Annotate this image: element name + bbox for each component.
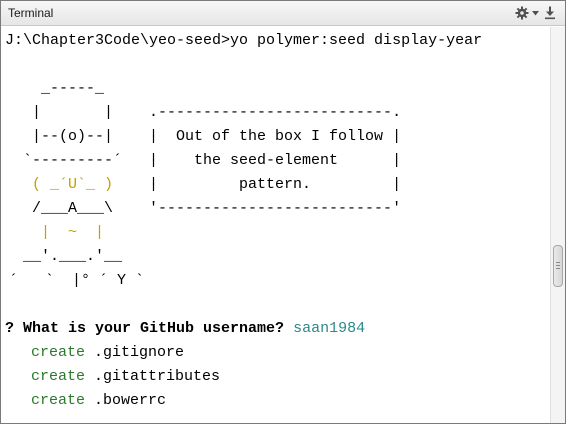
ascii-text: | ~ | [5,224,105,241]
prompt-question: ? What is your GitHub username? saan1984 [5,317,365,341]
created-file: .bowerrc [94,392,167,409]
ascii-text: `---------´ | the seed-element | [5,152,402,169]
ascii-art-line: |--(o)--| | Out of the box I follow | [5,125,401,149]
ascii-art-line: _-----_ [5,77,104,101]
minimize-to-bottom-icon[interactable] [542,4,558,22]
question-text: What is your GitHub username? [14,320,294,337]
create-verb: create [31,344,86,361]
ascii-art-line: __'.___.'__ [5,245,122,269]
question-answer: saan1984 [293,320,366,337]
create-line: create .gitattributes [31,365,220,389]
create-verb: create [31,392,86,409]
ascii-text: ( _´U`_ ) | pattern. | [32,176,402,193]
ascii-text: | | .--------------------------. [5,104,402,121]
grip-line [556,268,560,269]
ascii-text: __'.___.'__ [5,248,123,265]
gear-icon[interactable] [513,4,531,22]
window-title: Terminal [8,6,54,20]
terminal-titlebar: Terminal [1,1,565,26]
grip-line [556,262,560,263]
command-line: J:\Chapter3Code\yeo-seed>yo polymer:seed… [5,32,483,49]
created-file: .gitattributes [94,368,221,385]
vertical-scrollbar[interactable] [550,27,565,423]
ascii-art-line: ´ ` |° ´ Y ` [9,269,144,293]
ascii-art-line: /___A___\ '--------------------------' [5,197,401,221]
created-file: .gitignore [94,344,185,361]
ascii-art-line: | ~ | [5,221,104,245]
create-line: create .gitignore [31,341,184,365]
terminal-window: Terminal J:\Chapter3Code\yeo-seed>yo pol… [0,0,566,424]
ascii-art-line: `---------´ | the seed-element | [5,149,401,173]
ascii-art-line: ( _´U`_ ) | pattern. | [5,173,401,197]
ascii-text: _-----_ [5,80,105,97]
create-line: create .bowerrc [31,389,166,413]
grip-line [556,265,560,266]
scrollbar-thumb[interactable] [553,245,563,287]
ascii-text: ´ ` |° ´ Y ` [9,272,145,289]
ascii-text: /___A___\ '--------------------------' [5,200,402,217]
ascii-text: |--(o)--| | Out of the box I follow | [5,128,402,145]
chevron-down-icon[interactable] [531,4,539,22]
create-verb: create [31,368,86,385]
terminal-output[interactable]: J:\Chapter3Code\yeo-seed>yo polymer:seed… [1,27,549,423]
question-marker: ? [5,320,15,337]
ascii-art-line: | | .--------------------------. [5,101,401,125]
